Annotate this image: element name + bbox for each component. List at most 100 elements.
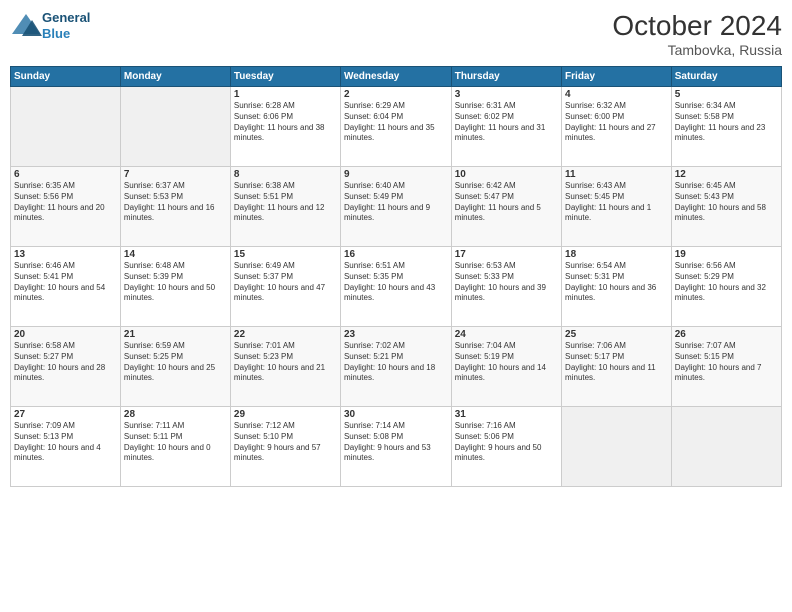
day-number: 8 [234,169,337,180]
calendar-cell: 16Sunrise: 6:51 AM Sunset: 5:35 PM Dayli… [340,247,451,327]
column-header-saturday: Saturday [671,67,781,87]
calendar-week-4: 20Sunrise: 6:58 AM Sunset: 5:27 PM Dayli… [11,327,782,407]
day-info: Sunrise: 6:56 AM Sunset: 5:29 PM Dayligh… [675,261,778,304]
title-section: October 2024 Tambovka, Russia [612,10,782,58]
header: General Blue October 2024 Tambovka, Russ… [10,10,782,58]
day-info: Sunrise: 6:45 AM Sunset: 5:43 PM Dayligh… [675,181,778,224]
calendar-cell: 2Sunrise: 6:29 AM Sunset: 6:04 PM Daylig… [340,87,451,167]
day-info: Sunrise: 6:46 AM Sunset: 5:41 PM Dayligh… [14,261,117,304]
day-info: Sunrise: 6:42 AM Sunset: 5:47 PM Dayligh… [455,181,558,224]
day-info: Sunrise: 7:01 AM Sunset: 5:23 PM Dayligh… [234,341,337,384]
month-title: October 2024 [612,10,782,42]
calendar-cell: 7Sunrise: 6:37 AM Sunset: 5:53 PM Daylig… [120,167,230,247]
calendar-cell: 27Sunrise: 7:09 AM Sunset: 5:13 PM Dayli… [11,407,121,487]
calendar-cell: 6Sunrise: 6:35 AM Sunset: 5:56 PM Daylig… [11,167,121,247]
column-header-sunday: Sunday [11,67,121,87]
calendar-week-5: 27Sunrise: 7:09 AM Sunset: 5:13 PM Dayli… [11,407,782,487]
day-number: 5 [675,89,778,100]
calendar-cell: 20Sunrise: 6:58 AM Sunset: 5:27 PM Dayli… [11,327,121,407]
day-number: 29 [234,409,337,420]
day-info: Sunrise: 7:09 AM Sunset: 5:13 PM Dayligh… [14,421,117,464]
day-number: 7 [124,169,227,180]
calendar-week-1: 1Sunrise: 6:28 AM Sunset: 6:06 PM Daylig… [11,87,782,167]
calendar-cell: 30Sunrise: 7:14 AM Sunset: 5:08 PM Dayli… [340,407,451,487]
calendar-cell: 3Sunrise: 6:31 AM Sunset: 6:02 PM Daylig… [451,87,561,167]
day-number: 11 [565,169,668,180]
column-header-monday: Monday [120,67,230,87]
day-number: 6 [14,169,117,180]
page: General Blue October 2024 Tambovka, Russ… [0,0,792,612]
day-info: Sunrise: 6:38 AM Sunset: 5:51 PM Dayligh… [234,181,337,224]
day-number: 31 [455,409,558,420]
day-info: Sunrise: 6:51 AM Sunset: 5:35 PM Dayligh… [344,261,448,304]
calendar-cell: 10Sunrise: 6:42 AM Sunset: 5:47 PM Dayli… [451,167,561,247]
logo-icon [10,12,42,40]
logo-blue: Blue [42,26,70,41]
day-number: 23 [344,329,448,340]
day-info: Sunrise: 6:53 AM Sunset: 5:33 PM Dayligh… [455,261,558,304]
day-info: Sunrise: 7:07 AM Sunset: 5:15 PM Dayligh… [675,341,778,384]
logo-general: General [42,10,90,25]
day-number: 2 [344,89,448,100]
calendar-cell: 11Sunrise: 6:43 AM Sunset: 5:45 PM Dayli… [562,167,672,247]
calendar-cell [120,87,230,167]
day-info: Sunrise: 6:49 AM Sunset: 5:37 PM Dayligh… [234,261,337,304]
calendar-cell: 8Sunrise: 6:38 AM Sunset: 5:51 PM Daylig… [230,167,340,247]
calendar-cell: 19Sunrise: 6:56 AM Sunset: 5:29 PM Dayli… [671,247,781,327]
column-header-tuesday: Tuesday [230,67,340,87]
day-info: Sunrise: 6:48 AM Sunset: 5:39 PM Dayligh… [124,261,227,304]
day-info: Sunrise: 6:35 AM Sunset: 5:56 PM Dayligh… [14,181,117,224]
day-number: 4 [565,89,668,100]
day-info: Sunrise: 6:32 AM Sunset: 6:00 PM Dayligh… [565,101,668,144]
day-info: Sunrise: 6:28 AM Sunset: 6:06 PM Dayligh… [234,101,337,144]
day-number: 20 [14,329,117,340]
logo-text: General Blue [42,10,90,41]
calendar-cell [11,87,121,167]
day-info: Sunrise: 6:59 AM Sunset: 5:25 PM Dayligh… [124,341,227,384]
calendar-cell: 28Sunrise: 7:11 AM Sunset: 5:11 PM Dayli… [120,407,230,487]
day-number: 18 [565,249,668,260]
day-info: Sunrise: 7:12 AM Sunset: 5:10 PM Dayligh… [234,421,337,464]
day-number: 30 [344,409,448,420]
calendar-cell: 29Sunrise: 7:12 AM Sunset: 5:10 PM Dayli… [230,407,340,487]
day-info: Sunrise: 6:54 AM Sunset: 5:31 PM Dayligh… [565,261,668,304]
calendar: SundayMondayTuesdayWednesdayThursdayFrid… [10,66,782,487]
calendar-cell [562,407,672,487]
calendar-week-3: 13Sunrise: 6:46 AM Sunset: 5:41 PM Dayli… [11,247,782,327]
calendar-cell: 1Sunrise: 6:28 AM Sunset: 6:06 PM Daylig… [230,87,340,167]
calendar-cell: 24Sunrise: 7:04 AM Sunset: 5:19 PM Dayli… [451,327,561,407]
day-number: 28 [124,409,227,420]
day-number: 26 [675,329,778,340]
calendar-cell: 17Sunrise: 6:53 AM Sunset: 5:33 PM Dayli… [451,247,561,327]
day-number: 17 [455,249,558,260]
day-info: Sunrise: 6:37 AM Sunset: 5:53 PM Dayligh… [124,181,227,224]
day-number: 1 [234,89,337,100]
day-number: 21 [124,329,227,340]
calendar-cell: 9Sunrise: 6:40 AM Sunset: 5:49 PM Daylig… [340,167,451,247]
day-info: Sunrise: 7:06 AM Sunset: 5:17 PM Dayligh… [565,341,668,384]
calendar-cell: 22Sunrise: 7:01 AM Sunset: 5:23 PM Dayli… [230,327,340,407]
calendar-cell: 18Sunrise: 6:54 AM Sunset: 5:31 PM Dayli… [562,247,672,327]
calendar-cell: 5Sunrise: 6:34 AM Sunset: 5:58 PM Daylig… [671,87,781,167]
day-number: 25 [565,329,668,340]
column-header-friday: Friday [562,67,672,87]
day-info: Sunrise: 7:04 AM Sunset: 5:19 PM Dayligh… [455,341,558,384]
day-number: 3 [455,89,558,100]
calendar-cell: 13Sunrise: 6:46 AM Sunset: 5:41 PM Dayli… [11,247,121,327]
calendar-cell: 14Sunrise: 6:48 AM Sunset: 5:39 PM Dayli… [120,247,230,327]
day-number: 9 [344,169,448,180]
day-number: 27 [14,409,117,420]
day-info: Sunrise: 6:29 AM Sunset: 6:04 PM Dayligh… [344,101,448,144]
day-number: 12 [675,169,778,180]
calendar-cell [671,407,781,487]
calendar-cell: 15Sunrise: 6:49 AM Sunset: 5:37 PM Dayli… [230,247,340,327]
day-number: 13 [14,249,117,260]
calendar-cell: 26Sunrise: 7:07 AM Sunset: 5:15 PM Dayli… [671,327,781,407]
day-info: Sunrise: 6:58 AM Sunset: 5:27 PM Dayligh… [14,341,117,384]
day-number: 10 [455,169,558,180]
calendar-week-2: 6Sunrise: 6:35 AM Sunset: 5:56 PM Daylig… [11,167,782,247]
column-header-thursday: Thursday [451,67,561,87]
logo: General Blue [10,10,90,41]
calendar-cell: 4Sunrise: 6:32 AM Sunset: 6:00 PM Daylig… [562,87,672,167]
calendar-cell: 12Sunrise: 6:45 AM Sunset: 5:43 PM Dayli… [671,167,781,247]
